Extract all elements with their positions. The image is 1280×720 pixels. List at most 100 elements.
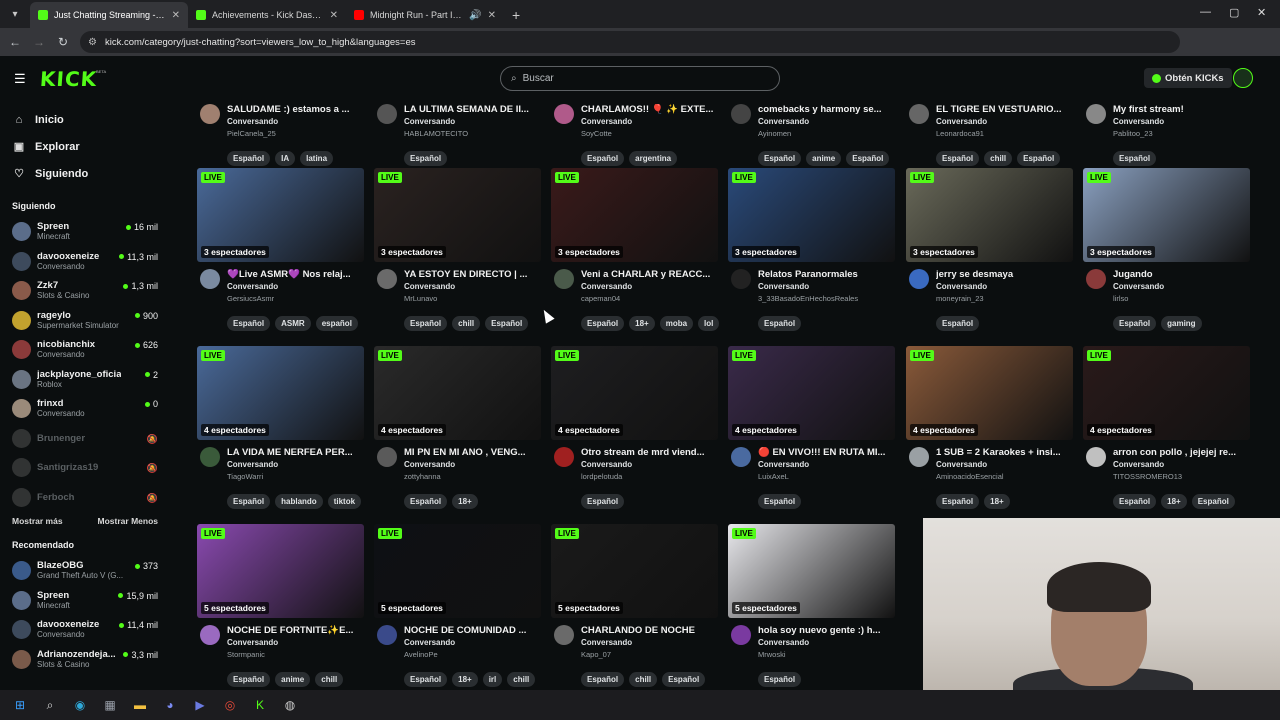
show-more-button[interactable]: Mostrar más	[12, 516, 63, 526]
stream-card[interactable]: LIVE 4 espectadores arron con pollo , jeje…	[1083, 346, 1250, 512]
streamer-name[interactable]: Leonardoca91	[936, 129, 984, 138]
tag-chip[interactable]: Español	[846, 151, 890, 166]
stream-category[interactable]: Conversando	[936, 117, 987, 126]
streamer-name[interactable]: MrLunavo	[404, 294, 437, 303]
stream-thumbnail[interactable]: LIVE 4 espectadores	[906, 346, 1073, 440]
stream-thumbnail[interactable]: LIVE 5 espectadores	[374, 524, 541, 618]
browser-tab[interactable]: Achievements - Kick Dashboard ✕	[188, 2, 346, 28]
streamer-avatar[interactable]	[731, 269, 751, 289]
tag-chip[interactable]: español	[315, 316, 358, 331]
stream-title[interactable]: 1 SUB = 2 Karaokes + insi...	[936, 447, 1071, 458]
streamer-name[interactable]: moneyrain_23	[936, 294, 984, 303]
kick-app-icon[interactable]: K	[250, 695, 270, 715]
stream-title[interactable]: YA ESTOY EN DIRECTO | ...	[404, 269, 539, 280]
tag-chip[interactable]: chill	[507, 672, 536, 687]
stream-category[interactable]: Conversando	[581, 117, 632, 126]
stream-category[interactable]: Conversando	[758, 117, 809, 126]
stream-category[interactable]: Conversando	[404, 117, 455, 126]
stream-thumbnail[interactable]: LIVE 4 espectadores	[551, 346, 718, 440]
maximize-icon[interactable]: ▢	[1229, 6, 1239, 19]
tag-chip[interactable]: anime	[275, 672, 311, 687]
tag-chip[interactable]: Español	[662, 672, 706, 687]
stream-category[interactable]: Conversando	[581, 460, 632, 469]
tag-chip[interactable]: lol	[698, 316, 720, 331]
get-kicks-button[interactable]: Obtén KICKs	[1144, 68, 1232, 88]
show-less-button[interactable]: Mostrar Menos	[98, 516, 158, 526]
streamer-name[interactable]: GersiucsAsmr	[227, 294, 274, 303]
tag-chip[interactable]: argentina	[629, 151, 678, 166]
stream-category[interactable]: Conversando	[758, 460, 809, 469]
channel-item[interactable]: rageylo Supermarket Simulator 900	[0, 306, 170, 336]
calculator-icon[interactable]: ▦	[100, 695, 120, 715]
streamer-name[interactable]: lordpelotuda	[581, 472, 622, 481]
stream-title[interactable]: LA VIDA ME NERFEA PER...	[227, 447, 362, 458]
stream-category[interactable]: Conversando	[227, 117, 278, 126]
streamer-name[interactable]: Ayinomen	[758, 129, 791, 138]
address-bar[interactable]: ⚙ kick.com/category/just-chatting?sort=v…	[80, 31, 1180, 53]
streamer-avatar[interactable]	[554, 104, 574, 124]
stream-title[interactable]: Veni a CHARLAR y REACC...	[581, 269, 716, 280]
stream-category[interactable]: Conversando	[404, 638, 455, 647]
tag-chip[interactable]: hablando	[275, 494, 323, 509]
tag-chip[interactable]: Español	[581, 672, 625, 687]
streamer-avatar[interactable]	[554, 625, 574, 645]
tag-chip[interactable]: Español	[1113, 494, 1157, 509]
channel-item[interactable]: davooxeneize Conversando 11,4 mil	[0, 615, 170, 645]
browser-tab[interactable]: Just Chatting Streaming - Live S ✕	[30, 2, 188, 28]
stream-card[interactable]: LIVE 5 espectadores NOCHE DE COMUNIDAD ...…	[374, 524, 541, 690]
browser-tab[interactable]: Midnight Run - Part II (R34 🔊 ✕	[346, 2, 504, 28]
stream-category[interactable]: Conversando	[758, 282, 809, 291]
stream-thumbnail[interactable]: LIVE 3 espectadores	[906, 168, 1073, 262]
tag-chip[interactable]: Español	[936, 151, 980, 166]
tag-chip[interactable]: 18+	[452, 494, 478, 509]
sidebar-item-inicio[interactable]: ⌂ Inicio	[0, 106, 170, 133]
stream-card[interactable]: comebacks y harmony se... Conversando Ayin…	[728, 90, 895, 169]
channel-item[interactable]: Brunenger 🔕	[0, 424, 170, 454]
tag-chip[interactable]: anime	[806, 151, 842, 166]
stream-card[interactable]: LIVE 3 espectadores 💜Live ASMR💜 Nos relaj.…	[197, 168, 364, 334]
streamer-avatar[interactable]	[1086, 447, 1106, 467]
streamer-avatar[interactable]	[909, 269, 929, 289]
streamer-avatar[interactable]	[200, 104, 220, 124]
search-input[interactable]: ⌕ Buscar	[500, 66, 780, 91]
tag-chip[interactable]: gaming	[1161, 316, 1202, 331]
minimize-icon[interactable]: —	[1200, 6, 1211, 18]
tag-chip[interactable]: Español	[404, 494, 448, 509]
stream-title[interactable]: CHARLAMOS!! 🎈 ✨ EXTE...	[581, 104, 716, 115]
tag-chip[interactable]: chill	[984, 151, 1013, 166]
streamer-name[interactable]: Pablitoo_23	[1113, 129, 1153, 138]
streamer-avatar[interactable]	[554, 447, 574, 467]
stream-title[interactable]: Otro stream de mrd viend...	[581, 447, 716, 458]
streamer-avatar[interactable]	[909, 447, 929, 467]
hamburger-menu-icon[interactable]: ☰	[14, 71, 26, 87]
kick-logo[interactable]: KICK	[39, 67, 98, 91]
streamer-name[interactable]: 3_33BasadoEnHechosReales	[758, 294, 858, 303]
stream-title[interactable]: NOCHE DE FORTNITE✨E...	[227, 625, 362, 636]
discord-icon[interactable]: ◕	[160, 695, 180, 715]
stream-category[interactable]: Conversando	[227, 460, 278, 469]
site-info-icon[interactable]: ⚙	[88, 37, 97, 48]
stream-thumbnail[interactable]: LIVE 5 espectadores	[551, 524, 718, 618]
streamer-name[interactable]: HABLAMOTECITO	[404, 129, 468, 138]
stream-category[interactable]: Conversando	[1113, 460, 1164, 469]
tag-chip[interactable]: 18+	[1161, 494, 1187, 509]
channel-item[interactable]: Adrianozendeja... Slots & Casino 3,3 mil	[0, 645, 170, 675]
close-window-icon[interactable]: ✕	[1257, 6, 1266, 19]
tag-chip[interactable]: 18+	[629, 316, 655, 331]
stream-card[interactable]: EL TIGRE EN VESTUARIO... Conversando Leona…	[906, 90, 1073, 169]
reload-icon[interactable]: ↻	[51, 35, 75, 49]
tag-chip[interactable]: moba	[659, 316, 694, 331]
channel-item[interactable]: nicobianchix Conversando 626	[0, 335, 170, 365]
stream-card[interactable]: LIVE 4 espectadores LA VIDA ME NERFEA PER.…	[197, 346, 364, 512]
stream-title[interactable]: Jugando	[1113, 269, 1248, 280]
stream-thumbnail[interactable]: LIVE 5 espectadores	[197, 524, 364, 618]
tag-chip[interactable]: Español	[581, 494, 625, 509]
stream-title[interactable]: arron con pollo , jejejej re...	[1113, 447, 1248, 458]
stream-thumbnail[interactable]: LIVE 3 espectadores	[728, 168, 895, 262]
stream-card[interactable]: LIVE 5 espectadores hola soy nuevo gente :…	[728, 524, 895, 690]
tab-close-icon[interactable]: ✕	[330, 10, 338, 21]
tag-chip[interactable]: IA	[275, 151, 296, 166]
stream-title[interactable]: CHARLANDO DE NOCHE	[581, 625, 716, 636]
obs-icon[interactable]: ◍	[280, 695, 300, 715]
stream-card[interactable]: LIVE 3 espectadores jerry se desmaya Conver…	[906, 168, 1073, 334]
